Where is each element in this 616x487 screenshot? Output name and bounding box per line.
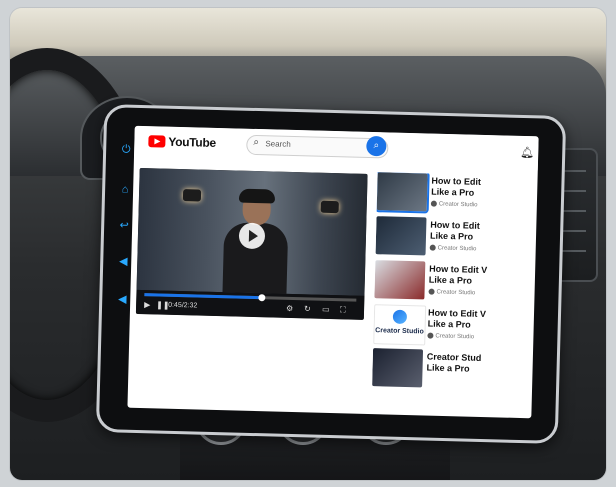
power-icon[interactable]: ⏻ [120, 143, 132, 155]
list-item[interactable]: Creator Stud Like a Pro [372, 348, 533, 396]
video-thumbnail [372, 348, 424, 388]
search-placeholder: Search [265, 139, 291, 149]
logo-text: YouTube [168, 134, 217, 150]
search-icon: ⌕ [253, 136, 260, 149]
channel-name: Creator Studio [428, 288, 475, 296]
video-thumbnail [374, 172, 430, 214]
player-controls: ▶ ❚❚ 0:45/2:32 ⚙ ↻ ▭ ⛶ [135, 289, 365, 320]
fullscreen-icon[interactable]: ⛶ [340, 305, 346, 315]
home-icon[interactable]: ⌂ [119, 183, 131, 195]
progress-bar[interactable] [144, 293, 357, 302]
head-unit-tablet: ⏻ ⌂ ↩ ◀ ◀ YouTube ⌕ Search ⌕ 🔔︎ ▶ ❚❚ 0:4… [95, 104, 567, 444]
video-thumbnail [375, 216, 427, 256]
video-thumbnail [374, 260, 426, 300]
list-item[interactable]: Creator Studio How to Edit V Like a Pro … [373, 304, 534, 352]
video-player[interactable]: ▶ ❚❚ 0:45/2:32 ⚙ ↻ ▭ ⛶ [135, 167, 368, 320]
youtube-logo[interactable]: YouTube [148, 134, 216, 150]
creator-studio-logo-icon [392, 309, 408, 324]
volume-up-icon[interactable]: ◀ [117, 255, 129, 267]
volume-down-icon[interactable]: ◀ [116, 293, 128, 305]
progress-fill [144, 293, 261, 300]
creator-thumb-text: Creator Studio [375, 327, 424, 336]
play-icon[interactable]: ▶ [144, 300, 150, 309]
video-title: How to Edit V Like a Pro [427, 307, 487, 330]
youtube-top-bar: YouTube ⌕ Search ⌕ 🔔︎ [133, 125, 539, 171]
youtube-screen: YouTube ⌕ Search ⌕ 🔔︎ ▶ ❚❚ 0:45/2:32 ⚙ ↻… [127, 125, 539, 419]
list-item[interactable]: How to Edit V Like a Pro Creator Studio [374, 260, 535, 308]
channel-name: Creator Studio [430, 200, 478, 208]
video-thumbnail: Creator Studio [373, 304, 427, 346]
progress-scrubber[interactable] [257, 294, 266, 302]
channel-name: Creator Studio [427, 332, 474, 340]
settings-icon[interactable]: ⚙ [286, 304, 293, 313]
recommended-list: How to Edit Like a Pro Creator Studio Ho… [371, 172, 537, 418]
video-title: How to Edit V Like a Pro [428, 263, 488, 286]
car-dashboard-photo: ⏻ ⌂ ↩ ◀ ◀ YouTube ⌕ Search ⌕ 🔔︎ ▶ ❚❚ 0:4… [10, 8, 606, 480]
captions-icon[interactable]: ▭ [322, 305, 330, 314]
video-title: How to Edit Like a Pro [431, 175, 482, 198]
video-title: How to Edit Like a Pro [429, 219, 480, 242]
replay-icon[interactable]: ↻ [304, 304, 311, 313]
time-display: 0:45/2:32 [168, 301, 198, 310]
list-item[interactable]: How to Edit Like a Pro Creator Studio [375, 216, 536, 264]
youtube-play-logo-icon [148, 135, 166, 148]
studio-light [320, 200, 339, 214]
bell-icon[interactable]: 🔔︎ [520, 146, 534, 159]
channel-name: Creator Studio [429, 244, 477, 252]
studio-light [182, 189, 202, 202]
back-icon[interactable]: ↩ [118, 219, 130, 231]
video-title: Creator Stud Like a Pro [426, 351, 482, 374]
list-item[interactable]: How to Edit Like a Pro Creator Studio [374, 172, 538, 220]
